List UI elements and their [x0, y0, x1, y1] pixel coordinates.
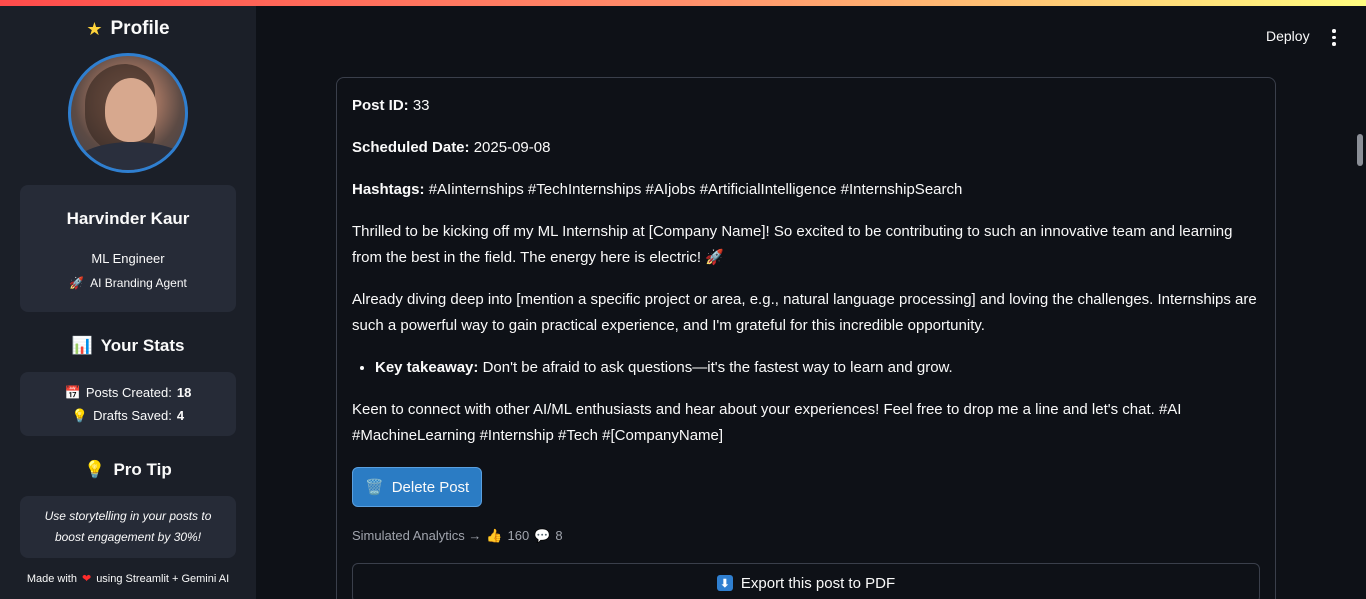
likes-count: 160 [507, 528, 530, 543]
made-with-prefix: Made with [26, 572, 77, 585]
trash-icon: 🗑️ [365, 479, 384, 496]
made-with-suffix: using Streamlit + Gemini AI [96, 572, 230, 585]
post-id-line: Post ID: 33 [352, 93, 1260, 119]
delete-post-label: Delete Post [391, 478, 470, 496]
stats-card: 📅 Posts Created: 18 💡 Drafts Saved: 4 [20, 372, 236, 436]
made-with-footer: Made with ❤ using Streamlit + Gemini AI [26, 572, 230, 586]
hashtags-line: Hashtags: #AIinternships #TechInternship… [352, 177, 1260, 203]
post-paragraph-2: Already diving deep into [mention a spec… [352, 291, 1257, 334]
export-pdf-button[interactable]: ⬇ Export this post to PDF [352, 563, 1260, 599]
heart-icon: ❤ [81, 573, 92, 585]
bullet-text: Don't be afraid to ask questions—it's th… [482, 359, 953, 376]
sidebar-title-text: Profile [110, 18, 170, 39]
post-bullet-list: Key takeaway: Don't be afraid to ask que… [375, 355, 1260, 381]
bullet-label: Key takeaway: [375, 359, 479, 376]
post-id-label: Post ID: [352, 97, 409, 114]
scheduled-date-label: Scheduled Date: [352, 139, 470, 156]
pro-tip-title: 💡 Pro Tip [84, 460, 171, 480]
delete-post-button[interactable]: 🗑️ Delete Post [352, 467, 483, 507]
drafts-saved-value: 4 [176, 408, 185, 423]
comment-icon: 💬 [534, 528, 551, 543]
scrollbar-thumb[interactable] [1357, 134, 1363, 166]
pro-tip-text: Use storytelling in your posts to boost … [44, 509, 212, 544]
rocket-icon: 🚀 [69, 276, 85, 290]
post-card: Post ID: 33 Scheduled Date: 2025-09-08 H… [336, 77, 1276, 599]
posts-created-stat: 📅 Posts Created: 18 [65, 385, 192, 401]
profile-role: ML Engineer [91, 251, 165, 266]
post-paragraph-3: Keen to connect with other AI/ML enthusi… [352, 401, 1182, 444]
analytics-label: Simulated Analytics → [352, 528, 482, 543]
pro-tip-title-text: Pro Tip [113, 460, 172, 479]
profile-name: Harvinder Kaur [66, 209, 190, 228]
lightbulb-icon: 💡 [71, 407, 89, 423]
thumbs-up-icon: 👍 [486, 528, 503, 543]
avatar [68, 53, 188, 173]
agent-label: AI Branding Agent [90, 276, 187, 290]
lightbulb-icon: 💡 [84, 460, 106, 479]
deploy-button[interactable]: Deploy [1258, 26, 1318, 46]
list-item: Key takeaway: Don't be afraid to ask que… [375, 355, 1260, 381]
pro-tip-card: Use storytelling in your posts to boost … [20, 496, 236, 558]
scheduled-date-line: Scheduled Date: 2025-09-08 [352, 135, 1260, 161]
profile-agent: 🚀 AI Branding Agent [69, 276, 187, 290]
drafts-saved-stat: 💡 Drafts Saved: 4 [72, 408, 184, 424]
hashtags-value: #AIinternships #TechInternships #AIjobs … [428, 181, 963, 198]
simulated-analytics: Simulated Analytics → 👍 160 💬 8 [352, 523, 1260, 549]
scheduled-date-value: 2025-09-08 [473, 139, 551, 156]
post-id-value: 33 [412, 97, 430, 114]
main-menu-icon[interactable] [1326, 26, 1342, 46]
posts-created-label: Posts Created: [85, 385, 172, 400]
download-icon: ⬇ [716, 575, 733, 591]
sidebar: ★ Profile Harvinder Kaur ML Engineer 🚀 A… [0, 6, 256, 599]
comments-count: 8 [555, 528, 563, 543]
drafts-saved-label: Drafts Saved: [93, 408, 172, 423]
star-icon: ★ [86, 18, 103, 39]
bar-chart-icon: 📊 [71, 336, 93, 355]
stats-title-text: Your Stats [100, 336, 185, 355]
posts-created-value: 18 [176, 385, 192, 400]
hashtags-label: Hashtags: [352, 181, 425, 198]
profile-card: Harvinder Kaur ML Engineer 🚀 AI Branding… [20, 185, 236, 312]
stats-title: 📊 Your Stats [72, 336, 185, 356]
export-pdf-label: Export this post to PDF [740, 574, 896, 592]
calendar-icon: 📅 [64, 384, 81, 400]
sidebar-title: ★ Profile [86, 18, 169, 40]
post-paragraph-1: Thrilled to be kicking off my ML Interns… [352, 223, 1233, 266]
